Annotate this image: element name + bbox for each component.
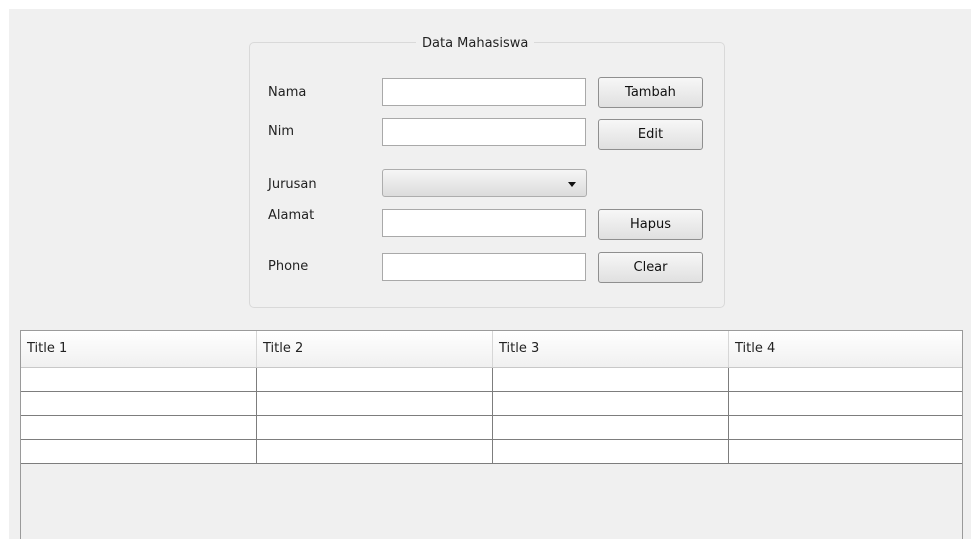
- alamat-input[interactable]: [382, 209, 586, 237]
- table-cell[interactable]: [257, 416, 493, 439]
- groupbox-title: Data Mahasiswa: [416, 35, 535, 52]
- label-nim: Nim: [268, 124, 294, 139]
- table-cell[interactable]: [21, 440, 257, 463]
- table-cell[interactable]: [493, 368, 729, 391]
- table-cell[interactable]: [729, 392, 962, 415]
- table-cell[interactable]: [729, 440, 962, 463]
- table-cell[interactable]: [729, 416, 962, 439]
- label-alamat: Alamat: [268, 208, 315, 223]
- phone-input[interactable]: [382, 253, 586, 281]
- table-row[interactable]: [21, 392, 962, 416]
- data-table[interactable]: Title 1 Title 2 Title 3 Title 4: [20, 330, 963, 539]
- table-cell[interactable]: [21, 392, 257, 415]
- hapus-button[interactable]: Hapus: [598, 209, 703, 240]
- dropdown-arrow-icon: [568, 182, 576, 187]
- table-row[interactable]: [21, 440, 962, 464]
- table-cell[interactable]: [257, 392, 493, 415]
- table-cell[interactable]: [21, 368, 257, 391]
- table-cell[interactable]: [729, 368, 962, 391]
- column-header-2[interactable]: Title 2: [257, 331, 493, 367]
- label-phone: Phone: [268, 259, 309, 274]
- table-cell[interactable]: [493, 440, 729, 463]
- table-cell[interactable]: [493, 416, 729, 439]
- jurusan-combobox[interactable]: [382, 169, 587, 197]
- table-cell[interactable]: [257, 368, 493, 391]
- table-cell[interactable]: [257, 440, 493, 463]
- table-header: Title 1 Title 2 Title 3 Title 4: [21, 331, 962, 368]
- table-row[interactable]: [21, 416, 962, 440]
- column-header-3[interactable]: Title 3: [493, 331, 729, 367]
- table-cell[interactable]: [21, 416, 257, 439]
- edit-button[interactable]: Edit: [598, 119, 703, 150]
- label-jurusan: Jurusan: [268, 177, 317, 192]
- label-nama: Nama: [268, 85, 307, 100]
- nim-input[interactable]: [382, 118, 586, 146]
- clear-button[interactable]: Clear: [598, 252, 703, 283]
- table-cell[interactable]: [493, 392, 729, 415]
- column-header-4[interactable]: Title 4: [729, 331, 962, 367]
- column-header-1[interactable]: Title 1: [21, 331, 257, 367]
- table-row[interactable]: [21, 368, 962, 392]
- nama-input[interactable]: [382, 78, 586, 106]
- tambah-button[interactable]: Tambah: [598, 77, 703, 108]
